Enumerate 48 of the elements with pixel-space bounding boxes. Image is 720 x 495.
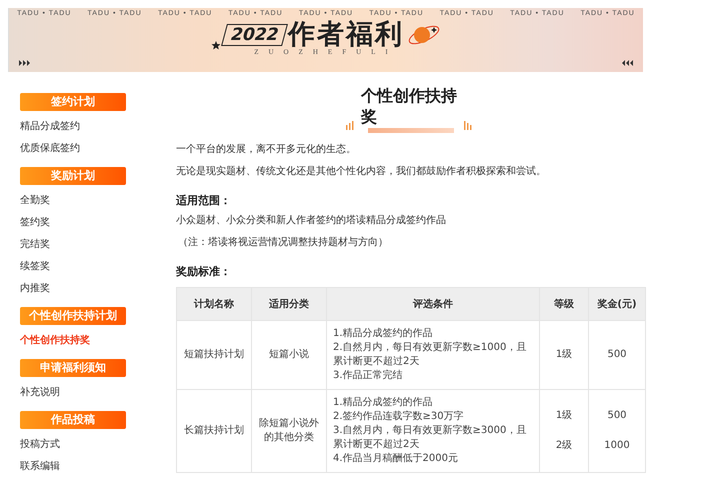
section-header: 签约计划 [20,93,126,111]
sidebar-item[interactable]: 全勤奖 [20,190,50,212]
sidebar-item[interactable]: 精品分成签约 [20,116,80,138]
paragraph: 小众题材、小众分类和新人作者签约的塔读精品分成签约作品 [176,214,447,228]
bars-icon [346,121,354,130]
table-cell: 短篇小说 [252,320,326,390]
banner-title: 作者福利 [288,20,404,50]
section-heading: 适用范围： [176,193,232,209]
table-cell: 除短篇小说外的其他分类 [252,390,326,472]
column-header: 计划名称 [176,288,252,320]
article-title: 个性创作扶持奖 [361,85,458,127]
table-cell-text: 1级 [554,348,574,362]
arrows-icon [622,60,633,66]
section-header: 个性创作扶持计划 [20,307,126,325]
paragraph: 无论是现实题材、传统文化还是其他个性化内容，我们都鼓励作者积极探索和尝试。 [176,164,547,179]
sidebar-item[interactable]: 优质保底签约 [20,138,80,160]
column-header: 评选条件 [326,288,540,320]
sidebar-item[interactable]: 完结奖 [20,234,50,256]
column-header: 等级 [540,288,588,320]
section-header: 申请福利须知 [20,359,126,377]
table-cell-text: 1000 [603,439,631,453]
sidebar-item[interactable]: 个性创作扶持奖 [20,330,90,352]
sidebar-item[interactable]: 投稿方式 [20,434,60,456]
sidebar-item[interactable]: 续签奖 [20,256,50,278]
section-header: 作品投稿 [20,411,126,429]
column-header: 适用分类 [252,288,326,320]
planet-icon [407,23,442,47]
table-cell-text: 500 [606,409,628,423]
star-icon [210,40,221,50]
year-badge: 2022 [220,24,288,46]
table-cell: 1.精品分成签约的作品 2.签约作品连载字数≥30万字 3.自然月内，每日有效更新字数≥3000，且累计断更不超过2天 4.作品当月稿酬低于2000元 [326,390,540,472]
sidebar-item[interactable]: 联系编辑 [20,456,60,478]
arrows-icon [19,60,30,66]
paragraph: （注：塔读将视运营情况调整扶持题材与方向） [178,236,389,250]
table-cell: 1.精品分成签约的作品 2.自然月内，每日有效更新字数≥1000，且累计断更不超过2天 3.作品正常完结 [326,320,540,390]
table-cell: 长篇扶持计划 [176,390,252,472]
table-cell-text: 1级 [554,409,574,423]
section-heading: 奖励标准： [176,264,232,280]
table-cell-text: 500 [606,348,628,362]
table-cell: 短篇扶持计划 [176,320,252,390]
bars-icon [464,121,472,130]
sidebar-item[interactable]: 补充说明 [20,382,60,404]
sidebar-item[interactable]: 内推奖 [20,278,50,300]
sidebar-item[interactable]: 签约奖 [20,212,50,234]
table-cell-text: 2级 [554,439,574,453]
column-header: 奖金(元) [588,288,646,320]
section-header: 奖励计划 [20,167,126,185]
paragraph: 一个平台的发展，离不开多元化的生态。 [176,142,357,157]
